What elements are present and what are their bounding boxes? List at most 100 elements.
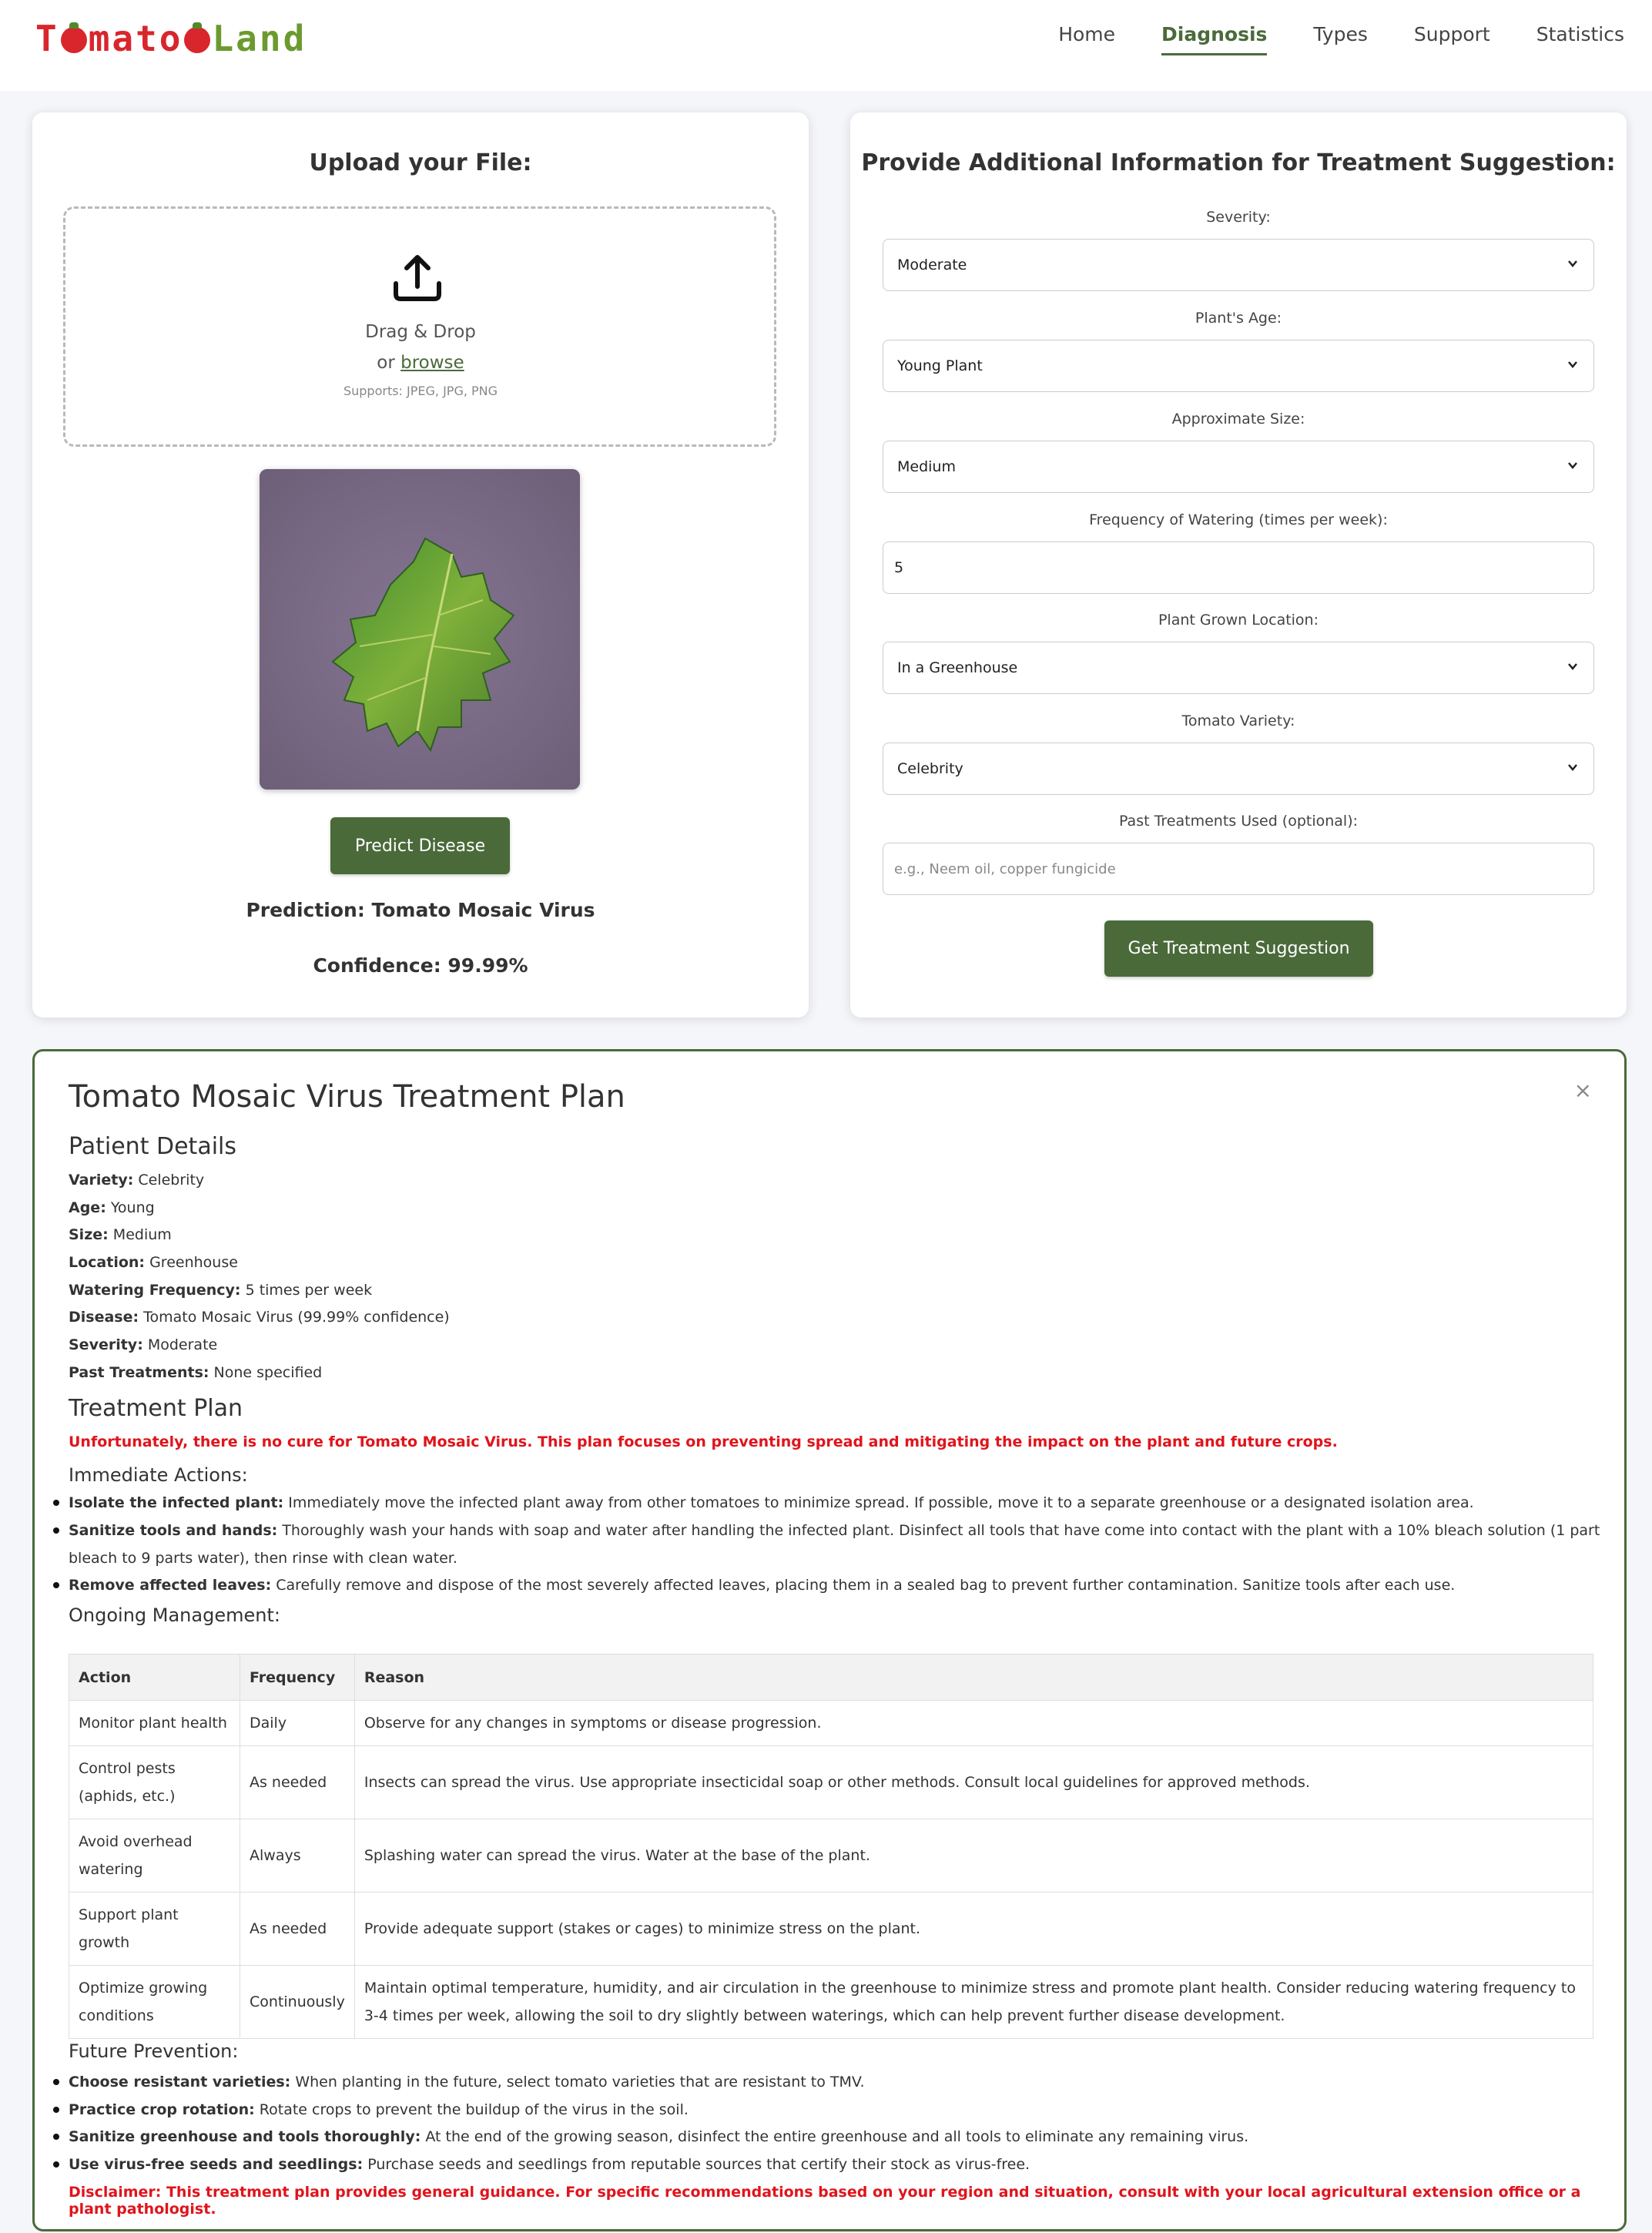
table-row: Support plant growth As needed Provide a… bbox=[69, 1892, 1594, 1966]
table-cell: As needed bbox=[240, 1892, 355, 1966]
detail-watering: Watering Frequency: 5 times per week bbox=[69, 1282, 373, 1299]
table-cell: Daily bbox=[240, 1700, 355, 1746]
immediate-action-item: Isolate the infected plant: Immediately … bbox=[53, 1489, 1601, 1517]
size-label: Approximate Size: bbox=[1171, 411, 1305, 427]
table-cell: Maintain optimal temperature, humidity, … bbox=[354, 1965, 1594, 2039]
tomatoland-logo[interactable]: T mato Land bbox=[35, 18, 307, 59]
table-row: Control pests (aphids, etc.) As needed I… bbox=[69, 1745, 1594, 1819]
upload-title: Upload your File: bbox=[309, 149, 532, 176]
detail-severity: Severity: Moderate bbox=[69, 1336, 218, 1353]
column-header: Frequency bbox=[240, 1654, 355, 1701]
nav-home[interactable]: Home bbox=[1058, 23, 1115, 55]
chevron-down-icon bbox=[1568, 764, 1577, 771]
table-cell: Provide adequate support (stakes or cage… bbox=[354, 1892, 1594, 1966]
table-cell: As needed bbox=[240, 1745, 355, 1819]
navbar: T mato Land Home Diagnosis Types Support… bbox=[0, 0, 1652, 91]
confidence-text: Confidence: 99.99% bbox=[313, 954, 528, 977]
upload-icon bbox=[394, 255, 441, 301]
logo-letter: T bbox=[35, 18, 59, 59]
variety-select[interactable]: Celebrity bbox=[883, 743, 1594, 795]
detail-disease: Disease: Tomato Mosaic Virus (99.99% con… bbox=[69, 1309, 450, 1326]
future-prevention-item: Choose resistant varieties: When plantin… bbox=[53, 2068, 1601, 2096]
severity-value: Moderate bbox=[897, 256, 967, 273]
logo-text-mato: mato bbox=[88, 18, 183, 59]
nav-statistics[interactable]: Statistics bbox=[1536, 23, 1624, 55]
table-cell: Monitor plant health bbox=[69, 1700, 240, 1746]
predict-disease-button[interactable]: Predict Disease bbox=[330, 817, 510, 874]
get-treatment-suggestion-button[interactable]: Get Treatment Suggestion bbox=[1104, 920, 1373, 977]
ongoing-management-heading: Ongoing Management: bbox=[69, 1604, 280, 1626]
detail-past-treatments: Past Treatments: None specified bbox=[69, 1364, 323, 1381]
watering-input[interactable]: 5 bbox=[883, 541, 1594, 594]
close-icon[interactable]: × bbox=[1574, 1078, 1592, 1103]
treatment-info-card: Provide Additional Information for Treat… bbox=[850, 112, 1627, 1018]
tomato-icon bbox=[60, 22, 87, 53]
column-header: Reason bbox=[354, 1654, 1594, 1701]
disclaimer-text: Disclaimer: This treatment plan provides… bbox=[69, 2184, 1581, 2218]
age-select[interactable]: Young Plant bbox=[883, 340, 1594, 392]
future-prevention-item: Sanitize greenhouse and tools thoroughly… bbox=[53, 2123, 1601, 2151]
supports-text: Supports: JPEG, JPG, PNG bbox=[343, 384, 498, 398]
size-select[interactable]: Medium bbox=[883, 441, 1594, 493]
plan-title: Tomato Mosaic Virus Treatment Plan bbox=[69, 1079, 625, 1115]
table-cell: Observe for any changes in symptoms or d… bbox=[354, 1700, 1594, 1746]
table-cell: Support plant growth bbox=[69, 1892, 240, 1966]
chevron-down-icon bbox=[1568, 462, 1577, 469]
ongoing-management-table: Action Frequency Reason Monitor plant he… bbox=[69, 1654, 1594, 2039]
variety-label: Tomato Variety: bbox=[1181, 712, 1295, 729]
table-cell: Optimize growing conditions bbox=[69, 1965, 240, 2039]
detail-size: Size: Medium bbox=[69, 1226, 172, 1243]
logo-text-land: Land bbox=[212, 18, 307, 59]
detail-variety: Variety: Celebrity bbox=[69, 1172, 205, 1189]
nav-support[interactable]: Support bbox=[1414, 23, 1490, 55]
table-cell: Insects can spread the virus. Use approp… bbox=[354, 1745, 1594, 1819]
column-header: Action bbox=[69, 1654, 240, 1701]
info-form-title: Provide Additional Information for Treat… bbox=[861, 149, 1616, 176]
chevron-down-icon bbox=[1568, 663, 1577, 670]
location-value: In a Greenhouse bbox=[897, 659, 1018, 676]
age-label: Plant's Age: bbox=[1195, 310, 1282, 327]
prediction-text: Prediction: Tomato Mosaic Virus bbox=[246, 899, 595, 921]
variety-value: Celebrity bbox=[897, 760, 963, 777]
no-cure-warning: Unfortunately, there is no cure for Toma… bbox=[69, 1433, 1338, 1450]
patient-details-heading: Patient Details bbox=[69, 1133, 236, 1160]
table-row: Avoid overhead watering Always Splashing… bbox=[69, 1819, 1594, 1893]
nav-links: Home Diagnosis Types Support Statistics bbox=[1012, 23, 1624, 55]
table-cell: Splashing water can spread the virus. Wa… bbox=[354, 1819, 1594, 1893]
table-cell: Always bbox=[240, 1819, 355, 1893]
nav-types[interactable]: Types bbox=[1313, 23, 1367, 55]
chevron-down-icon bbox=[1568, 260, 1577, 267]
table-row: Monitor plant health Daily Observe for a… bbox=[69, 1700, 1594, 1746]
severity-label: Severity: bbox=[1206, 209, 1271, 226]
browse-line: or browse bbox=[32, 353, 809, 373]
immediate-action-item: Sanitize tools and hands: Thoroughly was… bbox=[53, 1517, 1601, 1572]
browse-link[interactable]: browse bbox=[400, 353, 464, 373]
or-text: or bbox=[377, 353, 395, 373]
table-header-row: Action Frequency Reason bbox=[69, 1654, 1594, 1701]
table-cell: Control pests (aphids, etc.) bbox=[69, 1745, 240, 1819]
past-treatments-input[interactable]: e.g., Neem oil, copper fungicide bbox=[883, 843, 1594, 895]
location-label: Plant Grown Location: bbox=[1158, 612, 1319, 629]
age-value: Young Plant bbox=[897, 357, 983, 374]
tomato-icon bbox=[184, 22, 211, 53]
leaf-image bbox=[260, 469, 580, 790]
severity-select[interactable]: Moderate bbox=[883, 239, 1594, 291]
treatment-plan-heading: Treatment Plan bbox=[69, 1395, 243, 1422]
future-prevention-heading: Future Prevention: bbox=[69, 2040, 239, 2062]
immediate-action-item: Remove affected leaves: Carefully remove… bbox=[53, 1571, 1601, 1599]
table-cell: Avoid overhead watering bbox=[69, 1819, 240, 1893]
drag-drop-text: Drag & Drop bbox=[365, 322, 476, 342]
treatment-plan-panel: × Tomato Mosaic Virus Treatment Plan Pat… bbox=[32, 1049, 1627, 2231]
detail-age: Age: Young bbox=[69, 1199, 155, 1216]
past-treatments-placeholder: e.g., Neem oil, copper fungicide bbox=[894, 860, 1116, 877]
future-prevention-item: Use virus-free seeds and seedlings: Purc… bbox=[53, 2151, 1601, 2178]
watering-value: 5 bbox=[894, 559, 904, 576]
leaf-image-preview bbox=[260, 469, 580, 790]
immediate-actions-heading: Immediate Actions: bbox=[69, 1464, 248, 1486]
location-select[interactable]: In a Greenhouse bbox=[883, 642, 1594, 694]
watering-label: Frequency of Watering (times per week): bbox=[1089, 511, 1388, 528]
nav-diagnosis[interactable]: Diagnosis bbox=[1161, 23, 1268, 55]
detail-location: Location: Greenhouse bbox=[69, 1254, 238, 1271]
past-treatments-label: Past Treatments Used (optional): bbox=[1118, 813, 1359, 830]
table-row: Optimize growing conditions Continuously… bbox=[69, 1965, 1594, 2039]
